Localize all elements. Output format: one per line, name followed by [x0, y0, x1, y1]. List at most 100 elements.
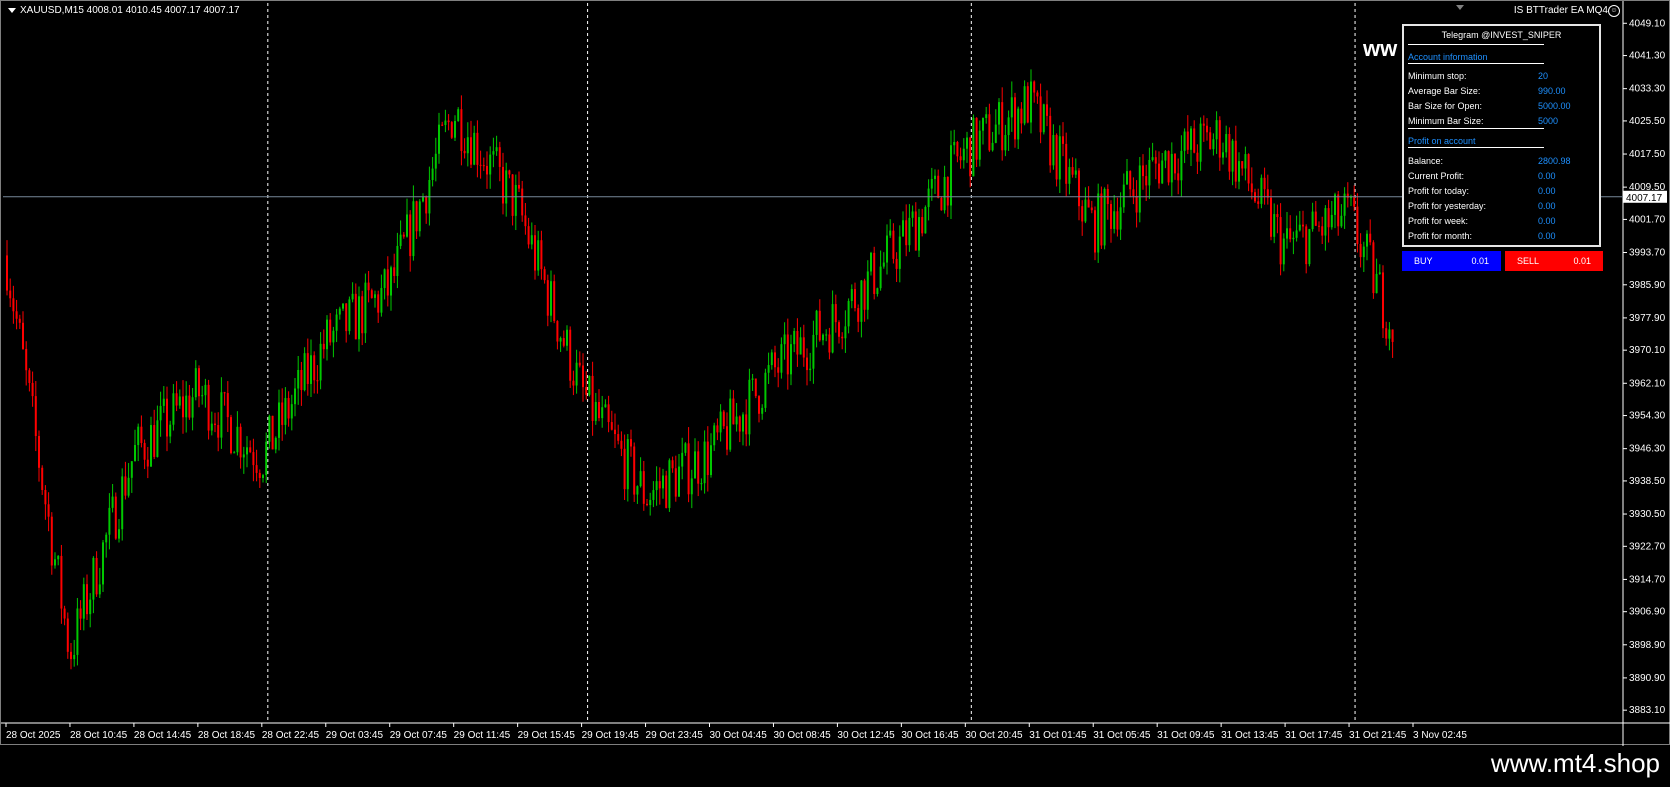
candle-body — [297, 369, 300, 389]
candle-body — [1084, 199, 1087, 222]
candle-body — [786, 334, 789, 375]
candle-body — [556, 321, 559, 342]
candle-body — [1138, 165, 1141, 213]
candle-body — [780, 344, 783, 373]
candle-body — [665, 475, 668, 508]
candle-body — [1081, 206, 1084, 222]
candle-body — [719, 411, 722, 433]
y-tick-label: 3946.30 — [1629, 444, 1666, 455]
candle-body — [982, 118, 984, 131]
dropdown-arrow-icon[interactable] — [8, 7, 16, 13]
candle-body — [895, 258, 898, 269]
candle-body — [31, 382, 34, 397]
candle-body — [626, 439, 629, 490]
candle-body — [364, 282, 367, 334]
candle-body — [700, 483, 703, 485]
candle-body — [489, 154, 492, 175]
candle-body — [1167, 151, 1170, 183]
candle-body — [300, 369, 303, 391]
candle-body — [1228, 134, 1231, 172]
candle-body — [1340, 215, 1343, 227]
candle-body — [351, 293, 354, 300]
y-tick-label: 4041.30 — [1629, 51, 1666, 62]
candle-body — [1074, 170, 1077, 175]
x-tick-label: 30 Oct 20:45 — [965, 730, 1023, 741]
candle-body — [886, 235, 888, 263]
candle-body — [274, 437, 277, 450]
candle-body — [1270, 197, 1272, 237]
candle-body — [287, 398, 290, 419]
candle-body — [998, 102, 1000, 125]
buy-label: BUY — [1414, 256, 1433, 266]
candle-body — [207, 384, 210, 431]
section-account-information: Account information — [1408, 52, 1488, 62]
profit-row-value: 0.00 — [1538, 231, 1556, 241]
candle-body — [150, 425, 152, 467]
y-tick-label: 4033.30 — [1629, 84, 1666, 95]
candle-body — [380, 288, 383, 313]
candle-body — [1324, 208, 1327, 236]
candle-body — [578, 362, 581, 366]
smiley-icon[interactable]: ☺ — [1608, 5, 1620, 17]
candle-body — [1311, 211, 1314, 230]
candle-body — [1308, 229, 1311, 265]
candle-body — [690, 478, 693, 495]
y-tick-label: 3993.70 — [1629, 248, 1666, 259]
candle-body — [1161, 160, 1164, 184]
candle-body — [726, 426, 728, 450]
candle-body — [476, 132, 479, 165]
candle-body — [684, 443, 687, 453]
candle-body — [1279, 217, 1282, 265]
candle-body — [790, 344, 792, 375]
candle-body — [1289, 228, 1292, 240]
candle-body — [143, 442, 146, 460]
candle-body — [908, 217, 911, 246]
candle-body — [566, 329, 568, 346]
expert-advisor-label: IS BTTrader EA MQ4 — [1513, 5, 1608, 16]
candle-body — [134, 445, 136, 462]
candle-body — [290, 404, 293, 419]
candle-body — [1145, 176, 1148, 186]
candle-body — [460, 109, 463, 151]
candle-body — [598, 402, 600, 419]
candle-body — [210, 423, 213, 431]
candle-body — [806, 357, 808, 371]
buy-button[interactable]: BUY 0.01 — [1402, 251, 1501, 271]
candle-body — [1094, 210, 1096, 253]
candle-body — [1382, 272, 1384, 329]
candle-body — [374, 294, 376, 298]
candle-body — [902, 220, 904, 237]
x-tick-label: 28 Oct 2025 — [6, 730, 61, 741]
candle-body — [962, 148, 965, 161]
candle-body — [294, 388, 296, 405]
candle-body — [1362, 246, 1365, 258]
candle-body — [415, 201, 418, 232]
candle-body — [934, 175, 936, 179]
candle-body — [162, 398, 165, 406]
candle-body — [866, 271, 869, 310]
candle-body — [748, 379, 751, 435]
candle-body — [617, 434, 620, 441]
divider — [1408, 63, 1544, 64]
candle-body — [505, 170, 508, 204]
sell-button[interactable]: SELL 0.01 — [1505, 251, 1603, 271]
candle-body — [223, 392, 226, 394]
candle-body — [1222, 152, 1224, 158]
candle-body — [204, 384, 207, 396]
candle-body — [236, 426, 239, 453]
profit-row-value: 0.00 — [1538, 186, 1556, 196]
candle-body — [735, 416, 738, 425]
candle-body — [1350, 197, 1352, 199]
candle-body — [601, 407, 604, 419]
candle-body — [706, 441, 709, 476]
candle-body — [1180, 150, 1183, 181]
candle-body — [521, 188, 524, 216]
candle-body — [882, 262, 885, 267]
candle-body — [1052, 134, 1055, 166]
candle-body — [220, 392, 223, 438]
candle-body — [767, 365, 770, 373]
account-row-value: 5000 — [1538, 116, 1559, 126]
candle-body — [265, 441, 268, 476]
candle-body — [1097, 193, 1100, 253]
candle-body — [818, 310, 821, 341]
